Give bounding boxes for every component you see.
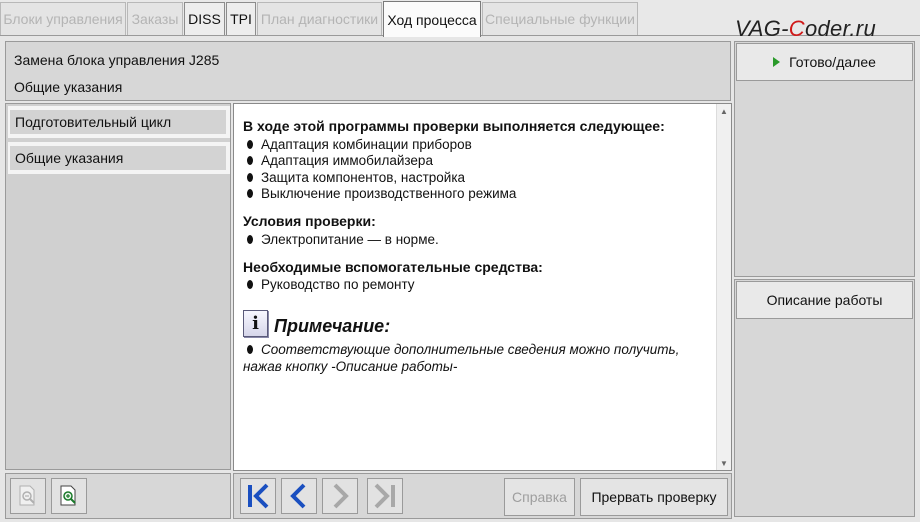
bullet-icon	[247, 345, 253, 354]
zoom-in-icon	[60, 485, 76, 506]
scroll-up-icon[interactable]: ▲	[717, 104, 731, 118]
play-icon	[773, 57, 781, 67]
test-header: Замена блока управления J285 Общие указа…	[5, 41, 731, 101]
zoom-out-icon	[19, 485, 35, 506]
zoom-toolbar	[5, 473, 231, 519]
info-panel: Описание работы	[734, 279, 915, 517]
first-page-button[interactable]	[240, 478, 276, 514]
test-title: Замена блока управления J285	[14, 52, 220, 68]
chevron-left-icon	[290, 483, 306, 509]
watermark: VAG-Coder.ru	[735, 16, 876, 41]
list-item: Адаптация иммобилайзера	[243, 153, 713, 170]
tab-bar: Блоки управления Заказы DISS TPI План ди…	[0, 0, 920, 41]
next-button[interactable]	[322, 478, 358, 514]
bullet-icon	[247, 139, 253, 149]
note-header: i Примечание:	[243, 310, 713, 337]
list-item: Руководство по ремонту	[243, 277, 713, 294]
step-list: Подготовительный цикл Общие указания	[5, 103, 231, 470]
list-item: Выключение производственного режима	[243, 186, 713, 203]
tab-diss[interactable]: DISS	[184, 2, 225, 35]
zoom-out-button[interactable]	[10, 478, 46, 514]
step-item-preparation[interactable]: Подготовительный цикл	[8, 106, 230, 138]
tab-diagnostic-plan[interactable]: План диагностики	[257, 2, 382, 35]
bullet-icon	[247, 156, 253, 166]
help-button[interactable]: Справка	[504, 478, 575, 516]
tab-special-functions[interactable]: Специальные функции	[482, 2, 638, 35]
tab-process[interactable]: Ход процесса	[383, 1, 481, 37]
previous-button[interactable]	[281, 478, 317, 514]
list-item: Защита компонентов, настройка	[243, 169, 713, 186]
done-next-button[interactable]: Готово/далее	[736, 43, 913, 81]
chevron-right-icon	[333, 483, 349, 509]
note-title: Примечание:	[274, 316, 391, 336]
info-icon: i	[243, 310, 268, 337]
last-page-button[interactable]	[367, 478, 403, 514]
abort-test-button[interactable]: Прервать проверку	[580, 478, 728, 516]
step-item-label: Общие указания	[10, 146, 226, 170]
conditions-heading: Условия проверки:	[243, 213, 376, 229]
list-item: Адаптация комбинации приборов	[243, 136, 713, 153]
tab-control-units[interactable]: Блоки управления	[0, 2, 126, 35]
test-subtitle: Общие указания	[14, 79, 123, 95]
skip-last-icon	[374, 483, 395, 509]
vertical-scrollbar[interactable]: ▲ ▼	[716, 104, 731, 470]
scroll-down-icon[interactable]: ▼	[717, 456, 731, 470]
navigation-toolbar: Справка Прервать проверку	[233, 473, 732, 519]
bullet-icon	[247, 189, 253, 199]
aids-heading: Необходимые вспомогательные средства:	[243, 258, 543, 275]
description-button[interactable]: Описание работы	[736, 281, 913, 319]
content-panel: В ходе этой программы проверки выполняет…	[233, 103, 732, 471]
action-panel: Готово/далее	[734, 41, 915, 277]
note-text: Соответствующие дополнительные сведения …	[243, 342, 680, 374]
list-item: Электропитание — в норме.	[243, 231, 713, 248]
zoom-in-button[interactable]	[51, 478, 87, 514]
bullet-icon	[247, 172, 253, 182]
skip-first-icon	[248, 483, 269, 509]
bullet-icon	[247, 234, 253, 244]
tab-tpi[interactable]: TPI	[226, 2, 256, 35]
tab-orders[interactable]: Заказы	[127, 2, 183, 35]
content-heading: В ходе этой программы проверки выполняет…	[243, 118, 665, 134]
step-item-label: Подготовительный цикл	[10, 110, 226, 134]
bullet-icon	[247, 280, 253, 290]
step-item-general[interactable]: Общие указания	[8, 142, 230, 174]
